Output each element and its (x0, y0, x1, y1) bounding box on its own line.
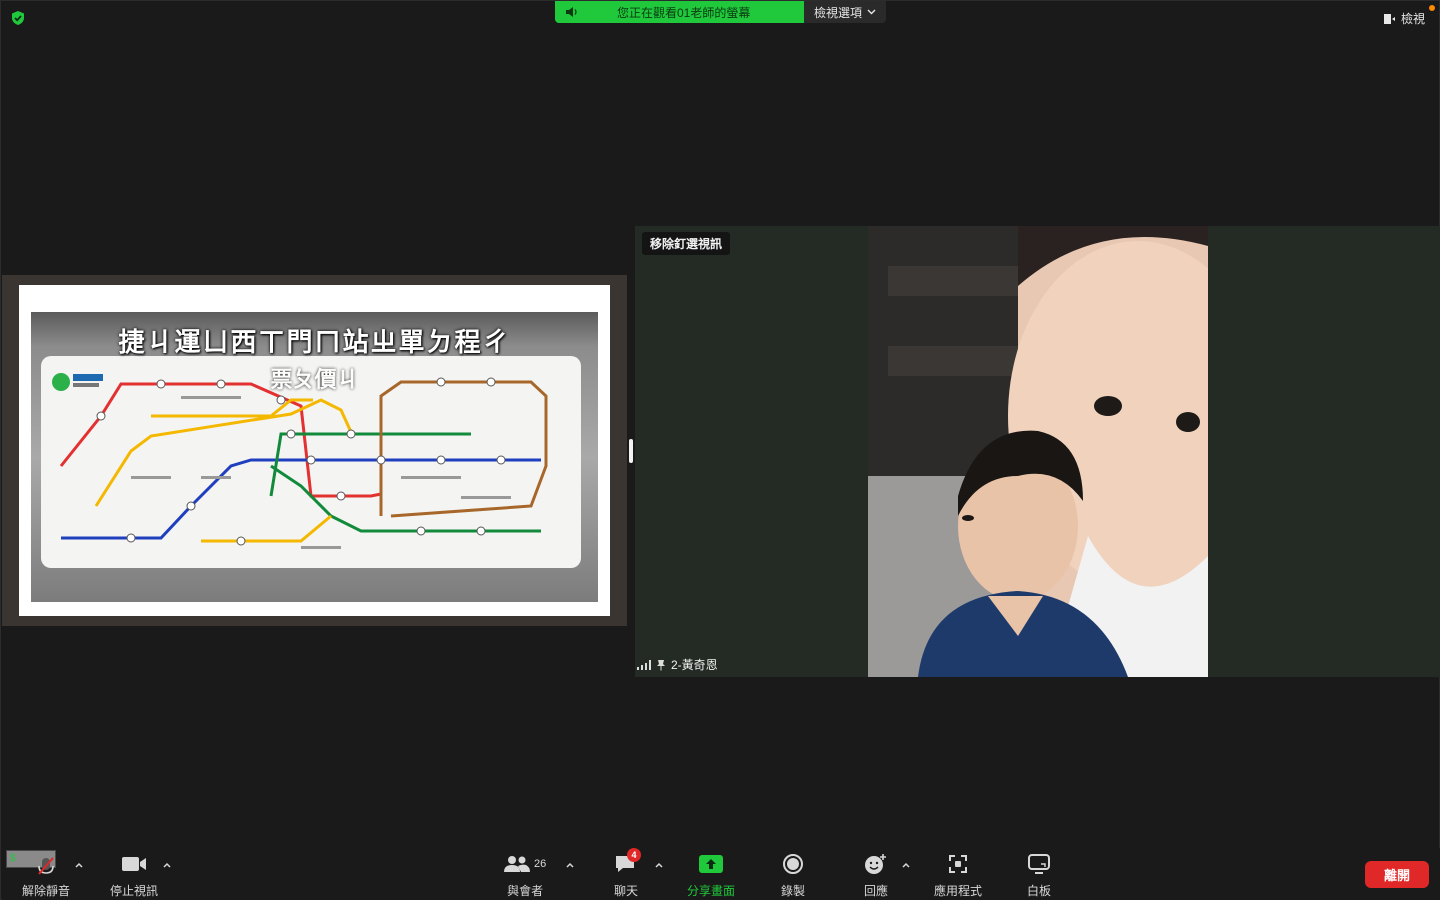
participants-options-caret-icon[interactable] (565, 860, 575, 870)
record-icon (783, 854, 803, 874)
record-label: 錄製 (781, 884, 806, 898)
share-screen-button[interactable]: 分享畫面 (687, 852, 735, 899)
apps-button[interactable]: 應用程式 (934, 852, 982, 899)
reactions-options-caret-icon[interactable] (901, 860, 911, 870)
whiteboard-label: 白板 (1027, 884, 1052, 898)
shared-screen-panel[interactable]: 捷ㄐ運ㄩ西ㄒ門ㄇ站ㄓ單ㄉ程ㄔ 票ㄆ價ㄐ (2, 275, 627, 626)
participant-name-tag: 2-黃奇恩 (637, 656, 718, 673)
view-options-dropdown[interactable]: 檢視選項 (804, 1, 886, 23)
participant-video-feed (868, 226, 1208, 677)
signal-strength-icon (637, 659, 651, 670)
shared-slide: 捷ㄐ運ㄩ西ㄒ門ㄇ站ㄓ單ㄉ程ㄔ 票ㄆ價ㄐ (19, 285, 610, 616)
panel-resize-handle[interactable] (629, 439, 633, 463)
pin-icon (657, 659, 665, 671)
share-screen-icon (699, 855, 723, 873)
viewing-share-notice: 您正在觀看01老師的螢幕 (555, 1, 804, 23)
record-button[interactable]: 錄製 (781, 852, 805, 899)
participants-button[interactable]: 26 與會者 (504, 852, 546, 899)
screen-share-banner: 您正在觀看01老師的螢幕 檢視選項 (555, 1, 886, 23)
participants-count: 26 (534, 858, 547, 870)
video-frame-image (868, 226, 1208, 677)
unmute-button[interactable]: 解除靜音 (22, 852, 70, 899)
audio-options-caret-icon[interactable] (74, 860, 84, 870)
encryption-shield-icon[interactable] (10, 10, 26, 26)
reactions-button[interactable]: 回應 (864, 852, 888, 899)
video-options-caret-icon[interactable] (162, 860, 172, 870)
leave-meeting-button[interactable]: 離開 (1365, 861, 1429, 888)
zoom-meeting-window: 您正在觀看01老師的螢幕 檢視選項 檢視 捷ㄐ運ㄩ西ㄒ門ㄇ站ㄓ單ㄉ程ㄔ 票ㄆ價ㄐ… (0, 0, 1440, 900)
chat-button[interactable]: 4 聊天 (614, 848, 641, 899)
participant-name: 2-黃奇恩 (671, 658, 718, 672)
stop-video-label: 停止視訊 (110, 884, 159, 898)
whiteboard-icon (1028, 854, 1050, 874)
view-layout-icon (1383, 13, 1395, 24)
smiley-plus-icon (865, 854, 886, 874)
chat-unread-badge: 4 (627, 848, 641, 862)
view-options-label: 檢視選項 (813, 5, 862, 20)
slide-title: 捷ㄐ運ㄩ西ㄒ門ㄇ站ㄓ單ㄉ程ㄔ (118, 328, 511, 358)
reactions-label: 回應 (864, 884, 889, 898)
meeting-controls-toolbar: $ 解除靜音 停止視訊 26 與會者 4 聊天 分享畫面 錄製 回應 應用程式 … (2, 848, 1440, 900)
mrt-fare-map-photo: 捷ㄐ運ㄩ西ㄒ門ㄇ站ㄓ單ㄉ程ㄔ 票ㄆ價ㄐ (31, 312, 598, 602)
participants-icon (504, 856, 530, 872)
banner-text: 您正在觀看01老師的螢幕 (617, 5, 751, 20)
microphone-muted-icon (38, 857, 54, 875)
participants-label: 與會者 (507, 884, 544, 898)
view-layout-button[interactable]: 檢視 (1383, 10, 1425, 27)
pinned-video-tile[interactable]: 移除釘選視訊 2-黃奇恩 (635, 226, 1440, 677)
share-screen-label: 分享畫面 (687, 884, 736, 898)
speaker-icon[interactable] (565, 6, 579, 18)
chevron-down-icon (867, 9, 876, 15)
chat-options-caret-icon[interactable] (654, 860, 664, 870)
unpin-video-button[interactable]: 移除釘選視訊 (642, 232, 731, 255)
view-label: 檢視 (1400, 12, 1425, 26)
slide-subtitle: 票ㄆ價ㄐ (270, 368, 359, 393)
stop-video-button[interactable]: 停止視訊 (110, 852, 158, 899)
whiteboard-button[interactable]: 白板 (1027, 852, 1051, 899)
video-camera-icon (122, 857, 146, 871)
apps-icon (949, 855, 967, 873)
unmute-label: 解除靜音 (22, 884, 71, 898)
apps-label: 應用程式 (934, 884, 983, 898)
notification-dot (1429, 5, 1435, 11)
chat-label: 聊天 (614, 884, 639, 898)
